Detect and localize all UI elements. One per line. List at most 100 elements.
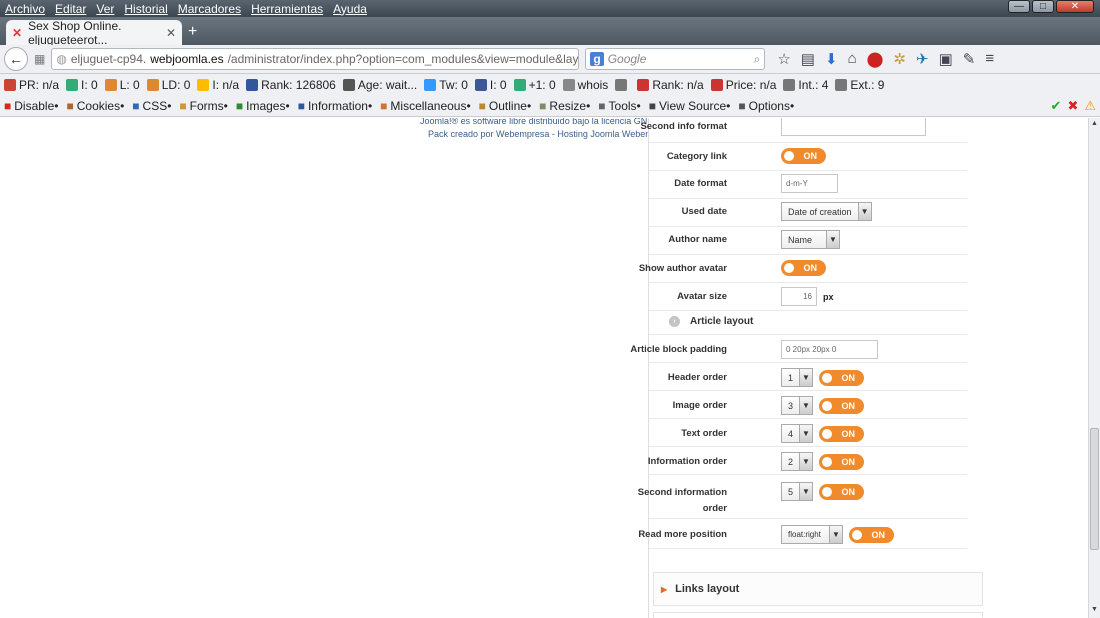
webdev-menu-item[interactable]: ■ Outline• xyxy=(479,99,531,113)
seo-item[interactable]: I: 0 xyxy=(474,78,507,92)
category-link-toggle[interactable]: ON xyxy=(781,148,826,164)
close-window-button[interactable]: ✕ xyxy=(1056,0,1094,13)
seo-item[interactable]: Ext.: 9 xyxy=(835,78,884,92)
search-input[interactable]: Google xyxy=(608,52,647,66)
webdev-menu-item[interactable]: ■ Miscellaneous• xyxy=(380,99,471,113)
header-order-toggle[interactable]: ON xyxy=(819,369,865,386)
label-information-order: Information order xyxy=(647,456,727,467)
menu-editar[interactable]: Editar xyxy=(50,2,91,16)
warning-icon[interactable]: ⚠ xyxy=(1084,98,1096,114)
bookmarks-list-icon[interactable]: ▤ xyxy=(801,50,815,68)
seo-item[interactable]: +1: 0 xyxy=(513,78,556,92)
menu-ayuda[interactable]: Ayuda xyxy=(328,2,372,16)
menu-herramientas[interactable]: Herramientas xyxy=(246,2,328,16)
label-second-information-order: Second information order xyxy=(577,485,727,517)
scroll-down-icon[interactable]: ▼ xyxy=(1090,606,1099,616)
used-date-select[interactable]: Date of creation ▼ xyxy=(781,202,872,221)
webdev-menu-item[interactable]: ■ Images• xyxy=(236,99,290,113)
bookmark-star-icon[interactable]: ☆ xyxy=(777,50,790,68)
home-icon[interactable]: ⌂ xyxy=(848,50,857,68)
text-order-toggle[interactable]: ON xyxy=(819,425,865,442)
seo-item[interactable]: L: 0 xyxy=(104,78,140,92)
image-order-toggle[interactable]: ON xyxy=(819,397,865,414)
seo-item[interactable]: I: 0 xyxy=(66,78,98,92)
tools-icon[interactable]: ✎ xyxy=(963,50,976,68)
chevron-down-icon[interactable]: ▼ xyxy=(857,203,871,220)
checkmark-icon[interactable]: ✔ xyxy=(1051,98,1062,114)
second-info-format-input[interactable] xyxy=(781,118,926,136)
chevron-down-icon[interactable]: ▼ xyxy=(829,526,842,543)
hamburger-menu-icon[interactable]: ≡ xyxy=(985,50,994,68)
seo-item[interactable]: Int.: 4 xyxy=(783,78,828,92)
date-format-input[interactable]: d-m-Y xyxy=(781,174,838,193)
chevron-down-icon[interactable]: ▼ xyxy=(799,453,813,470)
menu-marcadores[interactable]: Marcadores xyxy=(173,2,246,16)
information-order-toggle[interactable]: ON xyxy=(819,453,865,470)
article-block-padding-input[interactable]: 0 20px 20px 0 xyxy=(781,340,878,359)
chevron-down-icon[interactable]: ▼ xyxy=(799,369,813,386)
information-order-select[interactable]: 2 ▼ xyxy=(781,452,814,471)
second-information-order-toggle[interactable]: ON xyxy=(819,483,865,500)
seo-item[interactable]: I: n/a xyxy=(197,78,239,92)
webdev-menu-item[interactable]: ■ CSS• xyxy=(132,99,171,113)
webdev-menu-item[interactable]: ■ View Source• xyxy=(649,99,731,113)
gear-icon[interactable]: ✲ xyxy=(893,50,906,68)
close-tab-icon[interactable]: ✕ xyxy=(166,26,176,40)
search-icon[interactable]: ⌕ xyxy=(754,52,761,67)
seo-item[interactable]: LD: 0 xyxy=(146,78,190,92)
url-bar[interactable]: ◍ eljuguet-cp94. webjoomla.es/administrat… xyxy=(51,48,580,70)
header-order-select[interactable]: 1 ▼ xyxy=(781,368,814,387)
menu-historial[interactable]: Historial xyxy=(119,2,172,16)
webdev-menu-item[interactable]: ■ Disable• xyxy=(4,99,58,113)
seo-item[interactable]: Tw: 0 xyxy=(424,78,468,92)
scroll-up-icon[interactable]: ▲ xyxy=(1090,120,1099,130)
image-order-select[interactable]: 3 ▼ xyxy=(781,396,814,415)
webdev-menu-item[interactable]: ■ Information• xyxy=(298,99,372,113)
minimize-button[interactable]: — xyxy=(1008,0,1030,13)
seo-item[interactable]: PR: n/a xyxy=(4,78,59,92)
seo-item[interactable]: Rank: 126806 xyxy=(246,78,336,92)
avatar-size-input[interactable]: 16 xyxy=(781,287,817,306)
show-author-avatar-toggle[interactable]: ON xyxy=(781,260,826,276)
reader-icon[interactable]: ▣ xyxy=(939,50,953,68)
adblock-icon[interactable]: ⬤ xyxy=(867,50,884,68)
read-more-position-select[interactable]: float:right ▼ xyxy=(781,525,843,544)
download-icon[interactable]: ⬇ xyxy=(825,50,838,68)
webdev-menu-item[interactable]: ■ Cookies• xyxy=(66,99,124,113)
seo-metric-icon xyxy=(783,79,796,91)
webdev-menu-item[interactable]: ■ Tools• xyxy=(598,99,640,113)
chevron-down-icon[interactable]: ▼ xyxy=(826,231,839,248)
row-header-order: Header order 1 ▼ ON xyxy=(649,363,967,391)
menu-ver[interactable]: Ver xyxy=(91,2,119,16)
vertical-scrollbar[interactable]: ▲ ▼ xyxy=(1088,118,1100,618)
addon-icon[interactable]: ✈ xyxy=(916,50,929,68)
seo-metric-icon xyxy=(710,79,723,91)
chevron-down-icon[interactable]: ▼ xyxy=(799,483,813,500)
tab-strip: ✕ Sex Shop Online. eljugueteerot... ✕ + xyxy=(0,17,1100,47)
seo-item[interactable]: Age: wait... xyxy=(342,78,417,92)
search-box[interactable]: g Google ⌕ xyxy=(585,48,766,70)
maximize-button[interactable]: □ xyxy=(1032,0,1054,13)
chevron-down-icon[interactable]: ▼ xyxy=(799,397,813,414)
tab-active[interactable]: ✕ Sex Shop Online. eljugueteerot... ✕ xyxy=(6,19,182,47)
text-order-select[interactable]: 4 ▼ xyxy=(781,424,814,443)
webdev-menu-label: Information• xyxy=(307,99,373,113)
webdev-menu-item[interactable]: ■ Forms• xyxy=(179,99,227,113)
seo-item[interactable]: Price: n/a xyxy=(710,78,776,92)
seo-item[interactable] xyxy=(615,78,630,92)
error-icon[interactable]: ✖ xyxy=(1067,98,1078,114)
webdev-menu-item[interactable]: ■ Options• xyxy=(738,99,794,113)
second-information-order-select[interactable]: 5 ▼ xyxy=(781,482,814,501)
scrollbar-thumb[interactable] xyxy=(1090,428,1099,550)
chevron-down-icon[interactable]: ▼ xyxy=(799,425,813,442)
seo-item[interactable]: Rank: n/a xyxy=(637,78,704,92)
webdev-menu-item[interactable]: ■ Resize• xyxy=(539,99,590,113)
new-tab-button[interactable]: + xyxy=(188,23,197,41)
links-layout-accordion[interactable]: ▶ Links layout xyxy=(653,572,983,606)
seo-metric-icon xyxy=(66,79,79,91)
read-more-position-toggle[interactable]: ON xyxy=(849,526,894,543)
seo-item[interactable]: whois xyxy=(562,78,608,92)
back-button[interactable]: ← xyxy=(4,47,28,71)
menu-archivo[interactable]: Archivo xyxy=(0,2,50,16)
author-name-select[interactable]: Name ▼ xyxy=(781,230,840,249)
